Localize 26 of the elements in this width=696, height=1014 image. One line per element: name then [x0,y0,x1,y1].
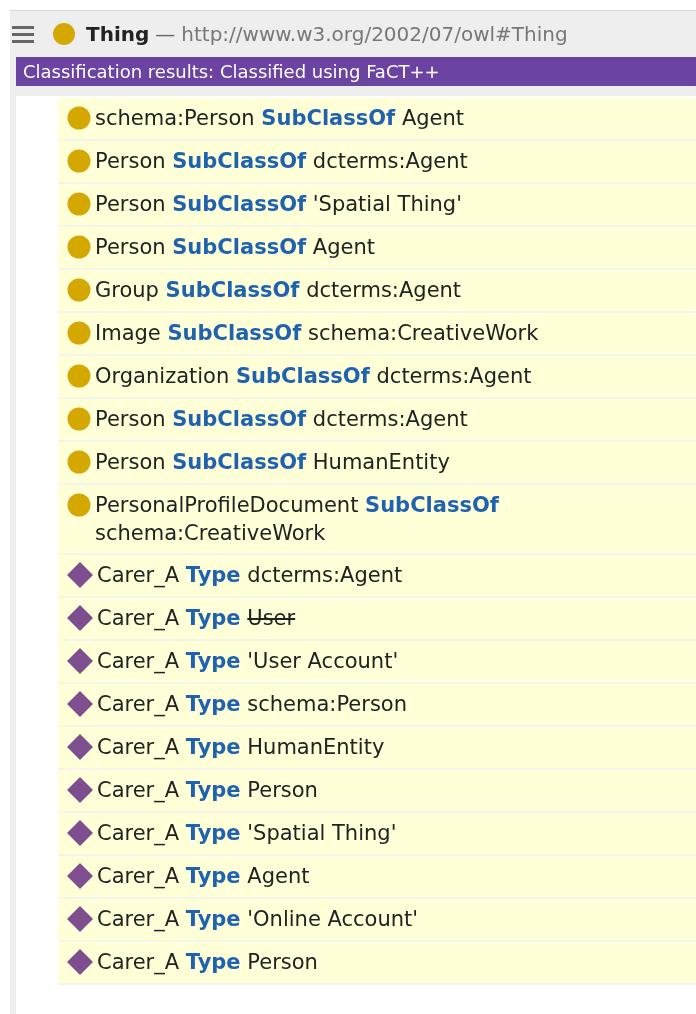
menu-icon[interactable] [12,25,34,43]
individual-icon [67,777,93,803]
individual-icon [67,691,93,717]
individual-icon [67,734,93,760]
entity-iri: http://www.w3.org/2002/07/owl#Thing [181,21,568,48]
class-icon [67,364,91,388]
entity-name: Thing [86,21,150,48]
individual-icon [67,820,93,846]
individual-icon [67,949,93,975]
status-bar: Classification results: Classified using FaCT++ [16,57,696,86]
class-icon [67,149,91,173]
individual-icon [67,562,93,588]
individual-icon [67,648,93,674]
class-icon [67,321,91,345]
class-icon [67,235,91,259]
separator: — [155,21,176,48]
individual-icon [67,605,93,631]
class-icon [52,22,76,46]
class-icon [67,407,91,431]
class-icon [67,106,91,130]
individual-icon [67,863,93,889]
class-icon [67,493,91,517]
class-icon [67,450,91,474]
individual-icon [67,906,93,932]
class-icon [67,192,91,216]
class-icon [67,278,91,302]
